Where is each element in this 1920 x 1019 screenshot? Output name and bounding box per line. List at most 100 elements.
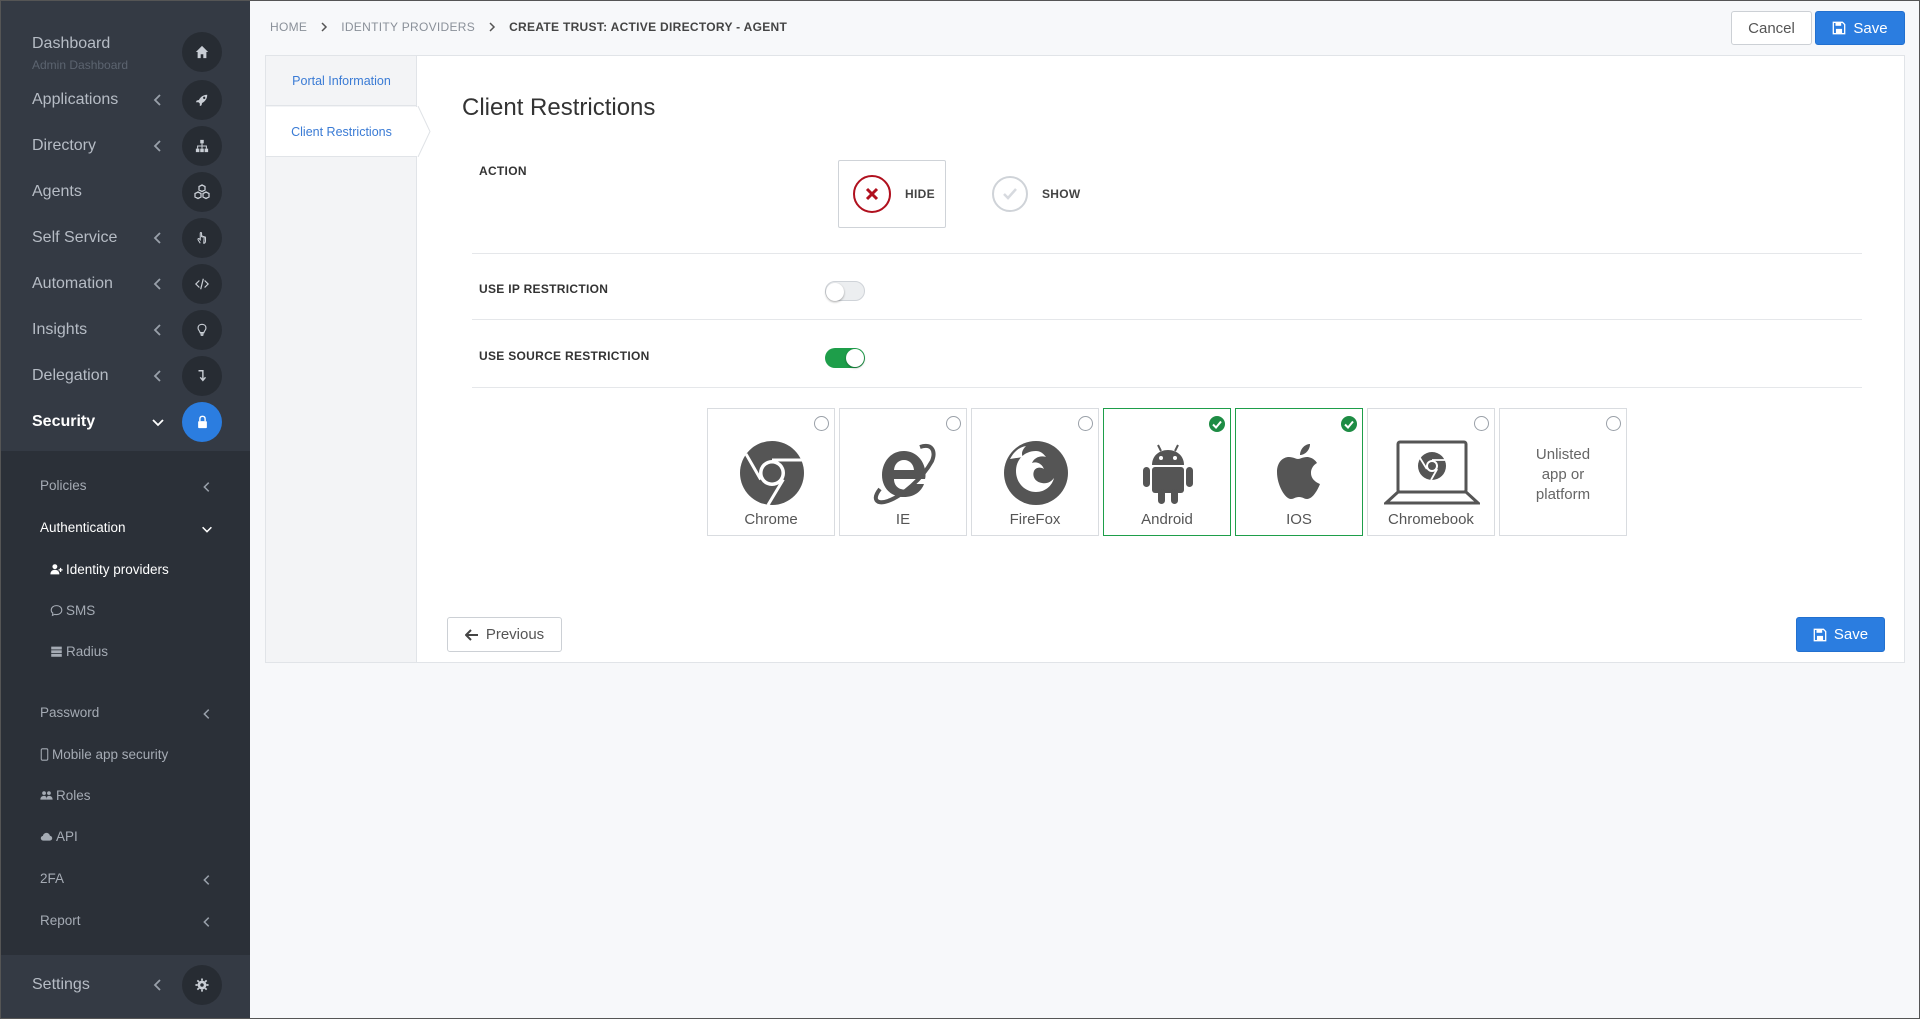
- subnav-authentication[interactable]: Authentication: [0, 514, 250, 544]
- chevron-left-icon: [153, 232, 161, 244]
- arrow-left-icon: [464, 628, 478, 641]
- nav-automation-label: Automation: [32, 275, 113, 292]
- nav-automation[interactable]: Automation: [0, 262, 250, 308]
- apple-icon: [1277, 444, 1320, 499]
- subnav-api[interactable]: API: [0, 823, 250, 853]
- subnav-roles-label: Roles: [56, 788, 91, 803]
- chevron-left-icon: [153, 324, 161, 336]
- subnav-2fa[interactable]: 2FA: [0, 865, 250, 895]
- breadcrumb-current: CREATE TRUST: ACTIVE DIRECTORY - AGENT: [509, 20, 788, 34]
- subnav-policies[interactable]: Policies: [0, 472, 250, 502]
- users-icon: [40, 791, 53, 800]
- show-option-label: SHOW: [1042, 187, 1081, 201]
- nav-dashboard-label: Dashboard: [32, 35, 111, 52]
- chevron-left-icon: [153, 140, 161, 152]
- chevron-left-icon: [203, 709, 210, 719]
- comment-icon: [50, 605, 63, 617]
- chevron-right-icon: [321, 22, 328, 32]
- subnav-authentication-label: Authentication: [40, 520, 126, 535]
- radio-unchecked: [1474, 416, 1489, 431]
- ip-restriction-label: USE IP RESTRICTION: [479, 282, 609, 296]
- subnav-radius[interactable]: Radius: [0, 638, 250, 668]
- chevron-down-icon: [202, 526, 212, 533]
- level-down-icon: [182, 356, 222, 396]
- android-icon: [1143, 444, 1193, 504]
- nav-self-service[interactable]: Self Service: [0, 216, 250, 262]
- radio-unchecked: [1078, 416, 1093, 431]
- chevron-left-icon: [203, 875, 210, 885]
- subnav-roles[interactable]: Roles: [0, 782, 250, 812]
- hide-option[interactable]: HIDE: [838, 160, 946, 228]
- subnav-policies-label: Policies: [40, 478, 87, 493]
- previous-button[interactable]: Previous: [447, 617, 562, 652]
- platform-ios[interactable]: IOS: [1235, 408, 1363, 536]
- toggle-knob: [846, 349, 864, 367]
- nav-dashboard[interactable]: Dashboard Admin Dashboard: [0, 30, 250, 76]
- firefox-icon: [1004, 441, 1068, 505]
- nav-dashboard-sublabel: Admin Dashboard: [32, 58, 129, 72]
- tab-client-restrictions[interactable]: Client Restrictions: [266, 106, 431, 157]
- mobile-icon: [40, 748, 49, 761]
- subnav-roles-wrap: Roles: [40, 788, 91, 803]
- platform-chromebook-label: Chromebook: [1388, 511, 1474, 528]
- nav-directory[interactable]: Directory: [0, 124, 250, 170]
- nav-delegation-label: Delegation: [32, 367, 109, 384]
- check-circle-icon: [1341, 416, 1357, 432]
- tab-portal-information[interactable]: Portal Information: [266, 56, 417, 106]
- subnav-identity-providers[interactable]: Identity providers: [0, 556, 250, 586]
- chevron-down-icon: [152, 419, 164, 427]
- nav-self-service-label: Self Service: [32, 229, 118, 246]
- subnav-mobile-app-security-wrap: Mobile app security: [40, 747, 168, 762]
- platform-ios-label: IOS: [1286, 511, 1312, 528]
- check-circle-icon: [992, 176, 1028, 212]
- action-label: ACTION: [479, 164, 527, 178]
- nav-insights-label: Insights: [32, 321, 88, 338]
- chevron-left-icon: [203, 482, 210, 492]
- platform-firefox[interactable]: FireFox: [971, 408, 1099, 536]
- platform-ie[interactable]: IE: [839, 408, 967, 536]
- user-plus-icon: [50, 564, 63, 575]
- nav-directory-label: Directory: [32, 137, 97, 154]
- source-restriction-toggle[interactable]: [825, 348, 865, 368]
- nav-delegation[interactable]: Delegation: [0, 354, 250, 400]
- nav-agents[interactable]: Agents: [0, 170, 250, 216]
- chrome-icon: [740, 441, 804, 506]
- nav-settings-label: Settings: [32, 976, 90, 993]
- code-icon: [182, 264, 222, 304]
- platform-android[interactable]: Android: [1103, 408, 1231, 536]
- breadcrumb: HOME IDENTITY PROVIDERS CREATE TRUST: AC…: [270, 20, 787, 34]
- subnav-password-label: Password: [40, 705, 100, 720]
- server-icon: [51, 646, 62, 657]
- platform-chrome-label: Chrome: [744, 511, 798, 528]
- divider: [472, 319, 1862, 320]
- platform-firefox-label: FireFox: [1009, 511, 1061, 528]
- platform-unlisted[interactable]: Unlisted app or platform: [1499, 408, 1627, 536]
- ip-restriction-toggle[interactable]: [825, 281, 865, 301]
- nav-security[interactable]: Security: [0, 400, 250, 446]
- sitemap-icon: [182, 126, 222, 166]
- subnav-report[interactable]: Report: [0, 907, 250, 937]
- subnav-mobile-app-security-label: Mobile app security: [52, 747, 169, 762]
- floppy-disk-icon: [1833, 21, 1846, 35]
- chevron-left-icon: [153, 979, 161, 991]
- nav-insights[interactable]: Insights: [0, 308, 250, 354]
- breadcrumb-home[interactable]: HOME: [270, 20, 307, 34]
- subnav-sms[interactable]: SMS: [0, 597, 250, 627]
- save-button-bottom[interactable]: Save: [1796, 617, 1885, 652]
- platform-chromebook[interactable]: Chromebook: [1367, 408, 1495, 536]
- subnav-radius-label: Radius: [66, 644, 109, 659]
- platform-chrome[interactable]: Chrome: [707, 408, 835, 536]
- cancel-button[interactable]: Cancel: [1731, 11, 1812, 45]
- breadcrumb-identity-providers[interactable]: IDENTITY PROVIDERS: [341, 20, 475, 34]
- subnav-radius-wrap: Radius: [50, 644, 108, 659]
- save-button-top[interactable]: Save: [1815, 11, 1905, 45]
- nav-applications[interactable]: Applications: [0, 78, 250, 124]
- home-icon: [182, 32, 222, 72]
- cubes-icon: [182, 172, 222, 212]
- nav-settings[interactable]: Settings: [0, 963, 250, 1009]
- platform-unlisted-line: app or: [1541, 466, 1585, 483]
- show-option[interactable]: SHOW: [978, 160, 1098, 228]
- nav-applications-label: Applications: [32, 91, 119, 108]
- subnav-mobile-app-security[interactable]: Mobile app security: [0, 741, 250, 771]
- subnav-password[interactable]: Password: [0, 699, 250, 729]
